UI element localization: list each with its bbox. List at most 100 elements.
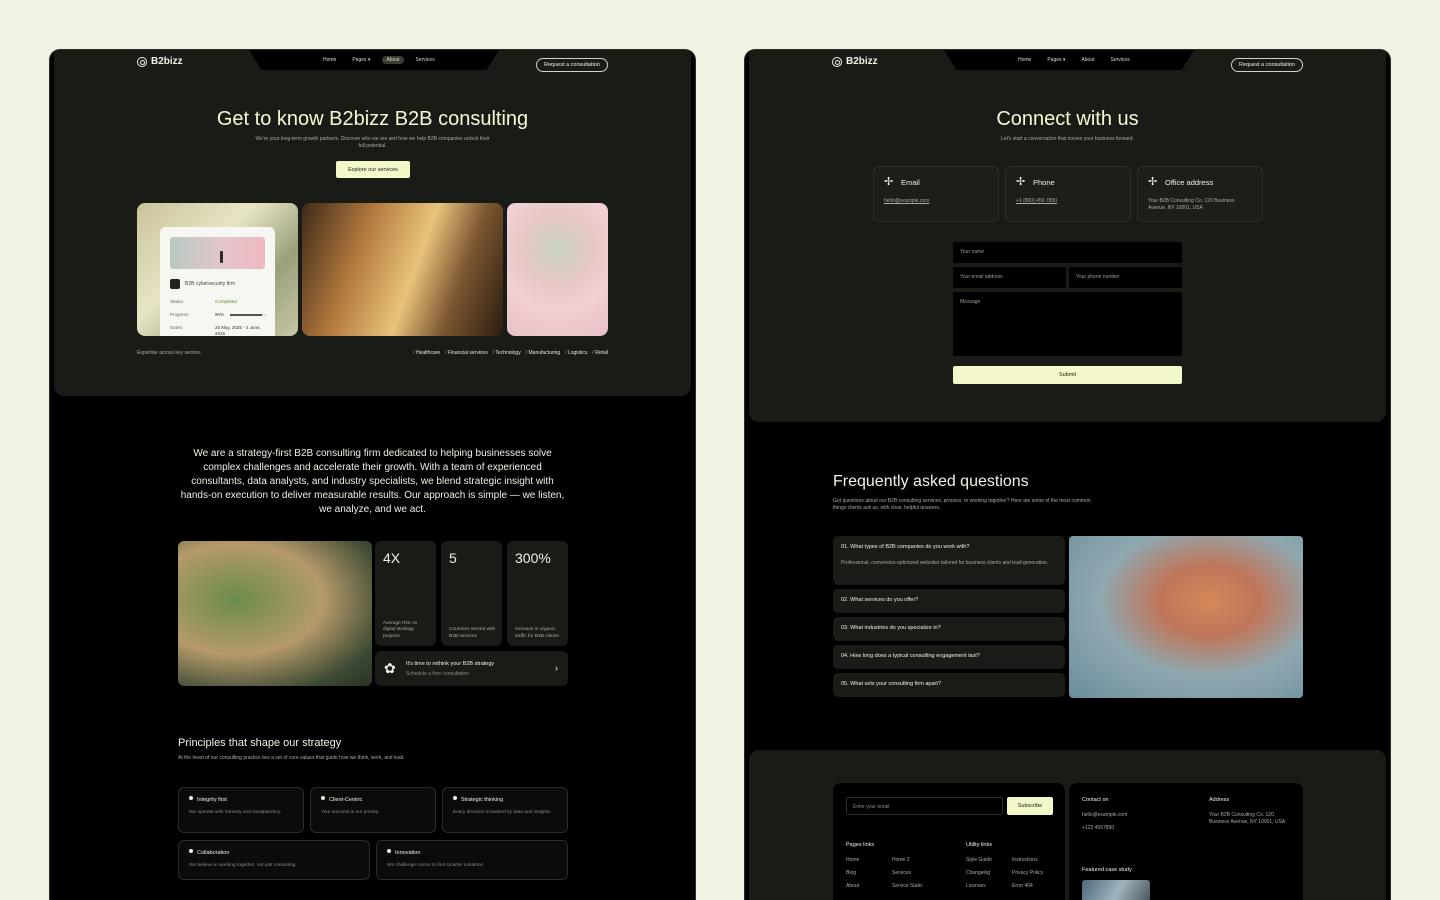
principle-title: Innovation [387,849,420,856]
chevron-down-icon: ▾ [1062,57,1066,63]
request-consultation-button[interactable]: Request a consultation [1231,58,1303,72]
newsletter-email-input[interactable]: Enter your email [846,797,1003,815]
principles-title: Principles that shape our strategy [178,737,342,749]
footer-link[interactable]: Home [846,857,859,863]
nav-services[interactable]: Services [1107,56,1134,64]
footer-link[interactable]: About [846,883,859,889]
person-silhouette [220,251,223,263]
footer-link[interactable]: Services [892,870,911,876]
faq-item[interactable]: 03. What industries do you specialize in… [833,617,1065,641]
stats-photo [178,541,372,686]
email-label: Email [901,178,920,187]
navbar: B2bizz Home Pages ▾ About Services Reque… [54,50,691,78]
footer-link[interactable]: Style Guide [966,857,992,863]
faq-item[interactable]: 05. What sets your consulting firm apart… [833,673,1065,697]
sector-item: Financial services [445,350,488,356]
sector-item: Manufacturing [526,350,561,356]
email-field[interactable]: Your email address [953,267,1066,288]
sector-item: Retail [592,350,608,356]
nav-pages[interactable]: Pages ▾ [348,56,374,64]
logo[interactable]: B2bizz [832,56,878,67]
explore-services-button[interactable]: Explore our services [336,161,410,178]
consultation-subtitle: Schedule a free consultation [406,671,470,677]
footer-link[interactable]: Licenses [966,883,986,889]
navbar: B2bizz Home Pages ▾ About Services Reque… [749,50,1386,78]
flower-icon: ✿ [384,660,396,676]
footer-link[interactable]: Service Static [892,883,923,889]
principle-card: Collaboration We believe in working toge… [178,840,370,880]
page-subtitle: We're your long-term growth partners. Di… [255,136,490,149]
footer-link[interactable]: Blog [846,870,856,876]
principle-card: Client-Centric Your success is our prior… [310,787,436,833]
message-field[interactable]: Message [953,292,1182,356]
page-title: Connect with us [996,108,1139,130]
submit-button[interactable]: Submit [953,366,1182,384]
faq-question: 02. What services do you offer? [841,597,919,603]
principle-title: Integrity first [189,796,227,803]
status-value: Completed [215,299,237,304]
subscribe-button[interactable]: Subscribe [1007,797,1053,815]
contact-on-title: Contact on [1082,797,1109,803]
about-page-preview: B2bizz Home Pages ▾ About Services Reque… [50,50,695,900]
sparkle-icon: ✢ [884,176,894,188]
stat-card: 4X Average ROI on digital strategy proje… [375,541,436,646]
nav-links: Home Pages ▾ About Services [319,56,439,64]
footer-phone-link[interactable]: +123 4567890 [1082,825,1114,831]
nav-home[interactable]: Home [1014,56,1035,64]
footer-address: Your B2B Consulting Co. 120 Business Ave… [1209,812,1286,825]
faq-portrait-photo [1069,536,1303,698]
sectors-bar: Expertise across key sectors Healthcare … [137,350,608,356]
phone-card: ✢ Phone +1 (800) 456 7890 [1005,166,1131,222]
flower-photo [507,203,608,336]
footer-link[interactable]: Home 2 [892,857,910,863]
footer-link[interactable]: Changelog [966,870,990,876]
stat-label: Increase in organic traffic for B2B clie… [515,627,559,639]
nav-about[interactable]: About [382,56,404,64]
name-field[interactable]: Your name [953,242,1182,263]
nav-pages[interactable]: Pages ▾ [1043,56,1069,64]
consultation-card[interactable]: ✿ It's time to rethink your B2B strategy… [375,651,568,686]
nav-home[interactable]: Home [319,56,340,64]
email-link[interactable]: hello@example.com [884,198,929,205]
status-row: Status: Completed [170,299,237,304]
email-card: ✢ Email hello@example.com [873,166,999,222]
address-label: Office address [1165,178,1214,187]
chevron-down-icon: ▾ [367,57,371,63]
project-status-card: B2B cybersecurity firm Status: Completed… [160,227,275,336]
sector-item: Technology [493,350,520,356]
project-name: B2B cybersecurity firm [170,279,235,289]
footer-link[interactable]: Instructions [1012,857,1038,863]
principle-desc: We challenge norms to find smarter solut… [387,863,485,868]
page-subtitle: Let's start a conversation that moves yo… [1001,136,1134,142]
logo-icon [832,56,842,67]
nav-about[interactable]: About [1077,56,1098,64]
progress-fill [230,314,263,316]
phone-link[interactable]: +1 (800) 456 7890 [1016,198,1057,205]
sector-item: Healthcare [413,350,440,356]
footer-link[interactable]: Error 404 [1012,883,1033,889]
principle-desc: We believe in working together, not just… [189,863,297,868]
faq-item[interactable]: 02. What services do you offer? [833,589,1065,613]
address-value: Your B2B Consulting Co. 120 Business Ave… [1148,198,1235,211]
consultation-title: It's time to rethink your B2B strategy [406,661,495,667]
stat-value: 300% [515,550,551,566]
stat-label: Countries served with B2B services [449,627,496,639]
phone-field[interactable]: Your phone number [1069,267,1182,288]
request-consultation-button[interactable]: Request a consultation [536,58,608,72]
footer-link[interactable]: Privacy Policy [1012,870,1043,876]
nav-services[interactable]: Services [412,56,439,64]
faq-item-open[interactable]: 01. What types of B2B companies do you w… [833,536,1065,585]
footer-email-link[interactable]: hello@example.com [1082,812,1127,818]
progress-bar [230,314,266,316]
sectors-label: Expertise across key sectors [137,350,201,356]
contact-hero: B2bizz Home Pages ▾ About Services Reque… [749,50,1386,422]
faq-item[interactable]: 04. How long does a typical consulting e… [833,645,1065,669]
logo[interactable]: B2bizz [137,56,183,67]
faq-question: 04. How long does a typical consulting e… [841,653,980,659]
case-study-thumbnail[interactable] [1082,880,1150,900]
phone-label: Phone [1033,178,1055,187]
page-title: Get to know B2bizz B2B consulting [216,108,529,130]
nav-links: Home Pages ▾ About Services [1014,56,1134,64]
pages-links-title: Pages links [846,842,875,848]
project-logo-icon [170,279,180,289]
